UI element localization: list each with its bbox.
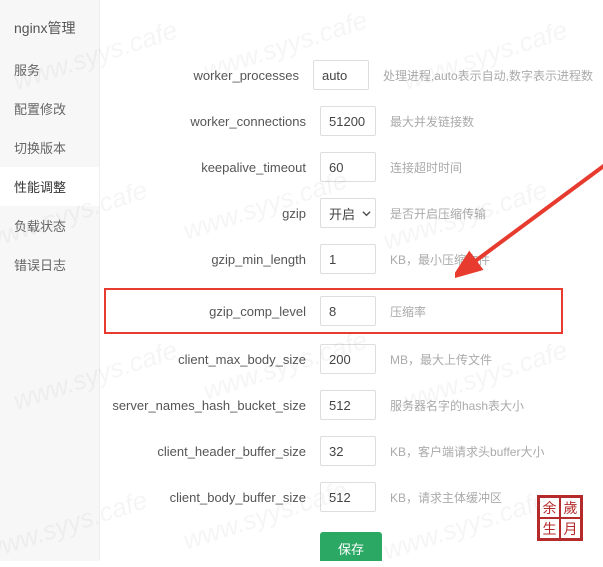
row-client-body-buffer-size: client_body_buffer_size KB，请求主体缓冲区 [110, 482, 593, 512]
input-client-body-buffer[interactable] [320, 482, 376, 512]
hint-gzip-comp-level: 压缩率 [390, 303, 426, 320]
label-keepalive-timeout: keepalive_timeout [110, 160, 320, 175]
sidebar-item-label: 切换版本 [14, 141, 66, 156]
label-gzip-min-length: gzip_min_length [110, 252, 320, 267]
label-client-max-body-size: client_max_body_size [110, 352, 320, 367]
sidebar-item-errorlog[interactable]: 错误日志 [0, 245, 99, 284]
sidebar-item-service[interactable]: 服务 [0, 50, 99, 89]
sidebar-item-load[interactable]: 负载状态 [0, 206, 99, 245]
hint-worker-connections: 最大并发链接数 [390, 113, 474, 130]
hint-server-names-hash: 服务器名字的hash表大小 [390, 397, 524, 414]
select-gzip-value: 开启 [329, 204, 355, 223]
label-server-names-hash: server_names_hash_bucket_size [110, 398, 320, 413]
label-client-body-buffer: client_body_buffer_size [110, 490, 320, 505]
save-row: 保存 [110, 532, 593, 561]
select-gzip[interactable]: 开启 [320, 198, 376, 228]
row-gzip-comp-level: gzip_comp_level 压缩率 [104, 288, 563, 334]
sidebar-item-version[interactable]: 切换版本 [0, 128, 99, 167]
hint-gzip: 是否开启压缩传输 [390, 205, 486, 222]
row-gzip: gzip 开启 是否开启压缩传输 [110, 198, 593, 228]
sidebar: nginx管理 服务 配置修改 切换版本 性能调整 负载状态 错误日志 [0, 0, 100, 561]
input-gzip-comp-level[interactable] [320, 296, 376, 326]
input-client-header-buffer[interactable] [320, 436, 376, 466]
row-server-names-hash-bucket-size: server_names_hash_bucket_size 服务器名字的hash… [110, 390, 593, 420]
save-button[interactable]: 保存 [320, 532, 382, 561]
hint-client-body-buffer: KB，请求主体缓冲区 [390, 489, 502, 506]
row-client-max-body-size: client_max_body_size MB，最大上传文件 [110, 344, 593, 374]
input-gzip-min-length[interactable] [320, 244, 376, 274]
hint-keepalive-timeout: 连接超时时间 [390, 159, 462, 176]
chevron-down-icon [362, 206, 371, 221]
sidebar-item-label: 服务 [14, 63, 40, 78]
sidebar-item-config[interactable]: 配置修改 [0, 89, 99, 128]
input-server-names-hash[interactable] [320, 390, 376, 420]
label-gzip: gzip [110, 206, 320, 221]
main-panel: worker_processes 处理进程,auto表示自动,数字表示进程数 w… [100, 0, 603, 561]
row-keepalive-timeout: keepalive_timeout 连接超时时间 [110, 152, 593, 182]
sidebar-item-label: 性能调整 [14, 180, 66, 195]
sidebar-item-label: 配置修改 [14, 102, 66, 117]
sidebar-item-performance[interactable]: 性能调整 [0, 167, 99, 206]
input-keepalive-timeout[interactable] [320, 152, 376, 182]
label-worker-processes: worker_processes [110, 68, 313, 83]
row-client-header-buffer-size: client_header_buffer_size KB，客户端请求头buffe… [110, 436, 593, 466]
label-worker-connections: worker_connections [110, 114, 320, 129]
hint-client-max-body-size: MB，最大上传文件 [390, 351, 492, 368]
label-client-header-buffer: client_header_buffer_size [110, 444, 320, 459]
row-worker-connections: worker_connections 最大并发链接数 [110, 106, 593, 136]
sidebar-title: nginx管理 [0, 8, 99, 50]
input-worker-processes[interactable] [313, 60, 369, 90]
input-worker-connections[interactable] [320, 106, 376, 136]
label-gzip-comp-level: gzip_comp_level [110, 304, 320, 319]
hint-client-header-buffer: KB，客户端请求头buffer大小 [390, 443, 544, 460]
hint-worker-processes: 处理进程,auto表示自动,数字表示进程数 [383, 67, 593, 84]
row-gzip-min-length: gzip_min_length KB，最小压缩文件 [110, 244, 593, 274]
seal-stamp-icon: 余 歲 生 月 [537, 495, 583, 541]
sidebar-item-label: 错误日志 [14, 258, 66, 273]
hint-gzip-min-length: KB，最小压缩文件 [390, 251, 490, 268]
sidebar-item-label: 负载状态 [14, 219, 66, 234]
input-client-max-body-size[interactable] [320, 344, 376, 374]
row-worker-processes: worker_processes 处理进程,auto表示自动,数字表示进程数 [110, 60, 593, 90]
